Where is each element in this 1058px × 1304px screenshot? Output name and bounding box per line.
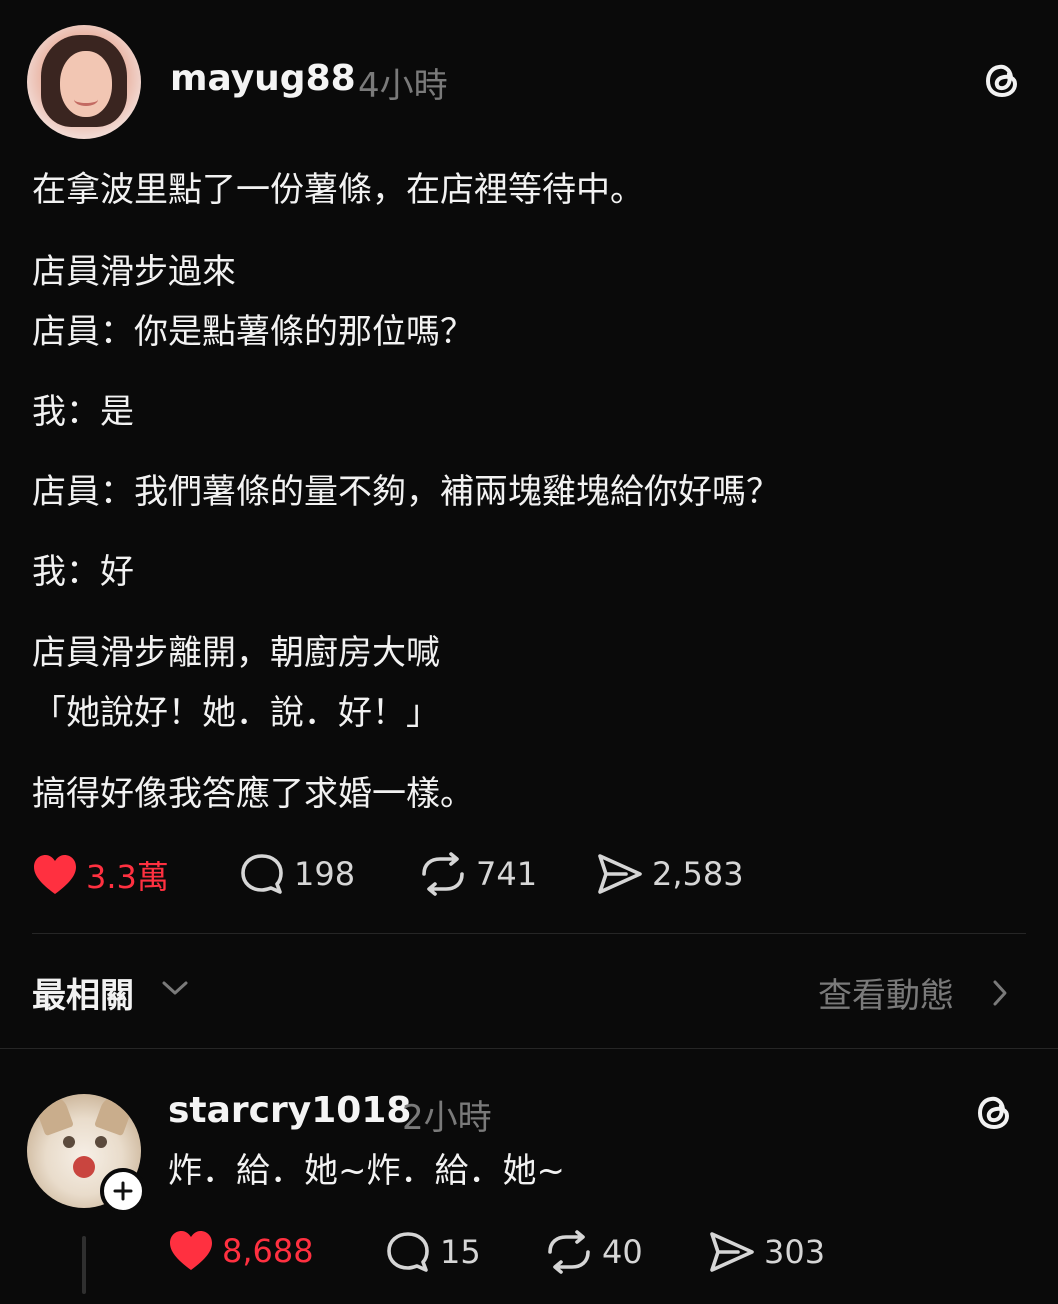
repost-count: 741 — [476, 855, 538, 893]
post-text-line: 店員：你是點薯條的那位嗎？ — [32, 312, 474, 352]
chevron-right-icon[interactable] — [990, 978, 1010, 1008]
divider — [0, 1048, 1058, 1049]
reply-text: 炸．給．她~炸．給．她~ — [168, 1151, 565, 1191]
comment-icon — [387, 1232, 429, 1272]
threads-icon[interactable] — [980, 58, 1024, 102]
plus-icon — [113, 1181, 133, 1201]
share-icon — [710, 1232, 754, 1272]
repost-button[interactable]: 741 — [418, 852, 537, 896]
reply-timestamp: 2小時 — [402, 1098, 492, 1138]
reply-share-button[interactable]: 303 — [708, 1230, 825, 1274]
share-button[interactable]: 2,583 — [596, 852, 744, 896]
sort-dropdown-label[interactable]: 最相關 — [32, 968, 134, 1017]
post-text-line: 店員滑步過來 — [32, 252, 236, 292]
reply-like-count: 8,688 — [222, 1232, 314, 1270]
share-icon — [598, 854, 642, 894]
reply-reply-count: 15 — [440, 1233, 481, 1271]
reply-reply-button[interactable]: 15 — [384, 1230, 481, 1274]
reply-repost-count: 40 — [602, 1233, 643, 1271]
view-activity-link[interactable]: 查看動態 — [818, 968, 954, 1017]
repost-icon — [548, 1230, 590, 1274]
reply-button[interactable]: 198 — [238, 852, 355, 896]
post-text-line: 搞得好像我答應了求婚一樣。 — [32, 774, 474, 814]
divider — [32, 933, 1026, 934]
post-text-line: 店員：我們薯條的量不夠，補兩塊雞塊給你好嗎？ — [32, 472, 780, 512]
reply-share-count: 303 — [764, 1233, 826, 1271]
post-text-line: 在拿波里點了一份薯條，在店裡等待中。 — [32, 170, 644, 210]
reply-repost-button[interactable]: 40 — [544, 1230, 643, 1274]
chevron-down-icon[interactable] — [160, 978, 190, 998]
post-timestamp: 4小時 — [358, 66, 448, 106]
thread-connector-line — [82, 1236, 86, 1294]
heart-icon — [170, 1231, 212, 1270]
share-count: 2,583 — [652, 855, 744, 893]
repost-icon — [422, 852, 464, 896]
comment-icon — [241, 854, 283, 894]
threads-icon[interactable] — [972, 1090, 1016, 1134]
post-text-line: 店員滑步離開，朝廚房大喊 — [32, 633, 440, 673]
author-avatar[interactable] — [27, 25, 141, 139]
post-text-line: 我：是 — [32, 392, 134, 432]
author-username[interactable]: mayug88 — [170, 58, 356, 99]
heart-icon — [34, 855, 76, 894]
post-text-line: 「她說好！她．說．好！」 — [32, 693, 440, 733]
like-count: 3.3萬 — [86, 858, 169, 896]
post-text-line: 我：好 — [32, 552, 134, 592]
reply-count: 198 — [294, 855, 356, 893]
reply-like-button[interactable]: 8,688 — [168, 1230, 314, 1272]
reply-username[interactable]: starcry1018 — [168, 1090, 411, 1131]
threads-post-screen: mayug88 4小時 在拿波里點了一份薯條，在店裡等待中。 店員滑步過來 店員… — [0, 0, 1058, 1304]
like-button[interactable]: 3.3萬 — [32, 852, 169, 898]
follow-button[interactable] — [100, 1168, 146, 1214]
